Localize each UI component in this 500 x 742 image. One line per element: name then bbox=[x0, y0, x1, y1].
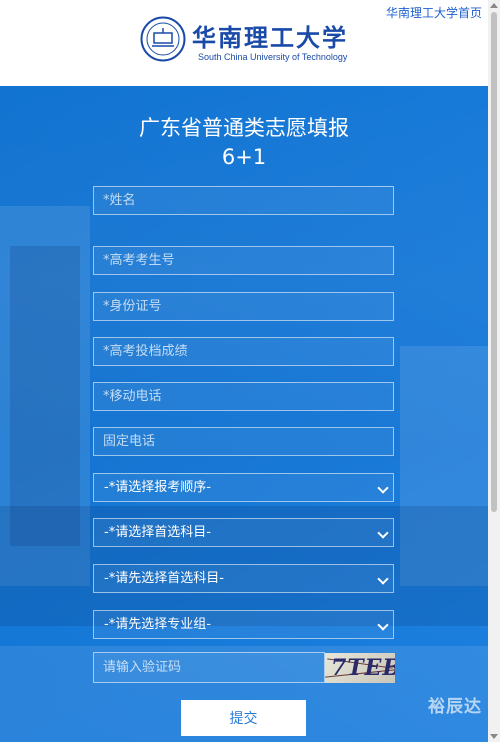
logo-chinese-name: 华南理工大学 bbox=[192, 23, 348, 52]
captcha-input[interactable] bbox=[93, 652, 325, 683]
primary-subject-value: -*请选择首选科目- bbox=[104, 525, 211, 540]
major-group-value: -*请先选择专业组- bbox=[104, 617, 211, 632]
exam-score-input[interactable] bbox=[93, 337, 394, 366]
page-scrollbar[interactable] bbox=[488, 0, 500, 742]
scroll-up-icon[interactable] bbox=[490, 3, 498, 8]
application-order-select[interactable]: -*请选择报考顺序- bbox=[93, 473, 394, 502]
background-building bbox=[10, 246, 80, 546]
form-background bbox=[0, 86, 488, 742]
submit-button[interactable]: 提交 bbox=[181, 700, 306, 736]
scroll-down-icon[interactable] bbox=[490, 734, 498, 739]
chevron-down-icon bbox=[377, 482, 389, 494]
chevron-down-icon bbox=[377, 573, 389, 585]
page-subtitle: 6+1 bbox=[221, 145, 267, 169]
page-header: 华南理工大学首页 华南理工大学 South China University o… bbox=[0, 0, 500, 86]
secondary-subject-value: -*请先选择首选科目- bbox=[104, 571, 224, 586]
name-input[interactable] bbox=[93, 186, 394, 215]
page-title: 广东省普通类志愿填报 bbox=[139, 116, 349, 140]
application-order-value: -*请选择报考顺序- bbox=[104, 480, 211, 495]
mobile-phone-input[interactable] bbox=[93, 382, 394, 411]
university-logo[interactable]: 华南理工大学 South China University of Technol… bbox=[140, 14, 360, 66]
major-group-select[interactable]: -*请先选择专业组- bbox=[93, 610, 394, 639]
watermark-text: 裕辰达 bbox=[428, 697, 482, 717]
logo-english-name: South China University of Technology bbox=[198, 52, 348, 62]
scroll-thumb[interactable] bbox=[491, 12, 497, 512]
id-number-input[interactable] bbox=[93, 292, 394, 321]
secondary-subject-select[interactable]: -*请先选择首选科目- bbox=[93, 564, 394, 593]
primary-subject-select[interactable]: -*请选择首选科目- bbox=[93, 518, 394, 547]
university-home-link[interactable]: 华南理工大学首页 bbox=[386, 4, 482, 21]
chevron-down-icon bbox=[377, 619, 389, 631]
chevron-down-icon bbox=[377, 527, 389, 539]
university-seal-icon bbox=[140, 16, 186, 62]
exam-number-input[interactable] bbox=[93, 246, 394, 275]
landline-phone-input[interactable] bbox=[93, 427, 394, 456]
captcha-image[interactable]: 7TEB bbox=[325, 653, 395, 683]
captcha-text: 7TEB bbox=[331, 655, 395, 681]
